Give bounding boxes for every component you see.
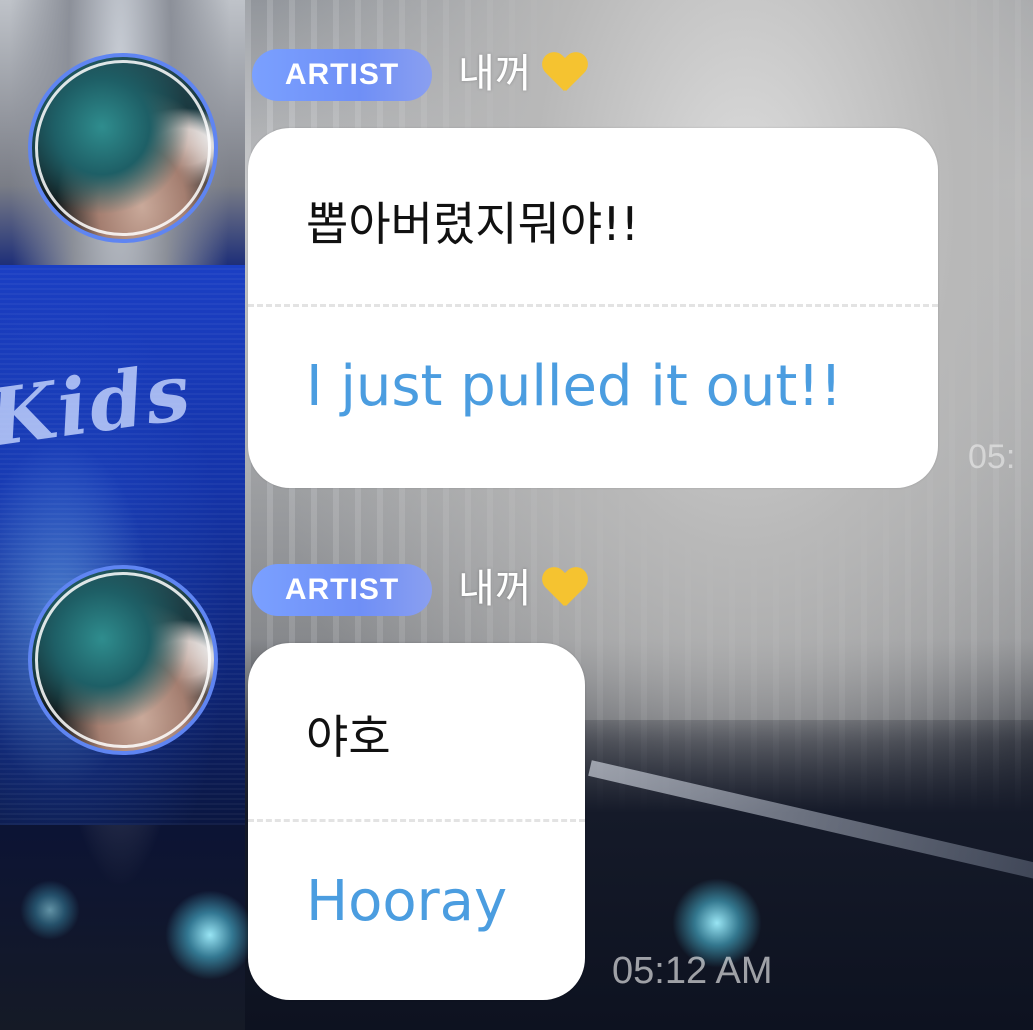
yellow-heart-icon (542, 568, 586, 608)
artist-badge: ARTIST (252, 564, 432, 616)
message-original-text: 야호 (306, 710, 391, 764)
sender-name-label: 내꺼 (458, 566, 532, 612)
message-timestamp: 05:12 AM (612, 950, 773, 992)
sender-name: 내꺼 (458, 559, 586, 619)
chat-screen: Kids 05: ARTIST 내꺼 뽑아버렸지뭐야!! I just pull… (0, 0, 1033, 1030)
message-translated-text: Hooray (306, 869, 508, 934)
chat-message: ARTIST 내꺼 야호 Hooray 05:12 AM (0, 0, 1033, 1030)
artist-avatar[interactable] (28, 565, 218, 755)
translation-divider (248, 819, 585, 822)
message-bubble[interactable]: 야호 Hooray (248, 643, 585, 1000)
